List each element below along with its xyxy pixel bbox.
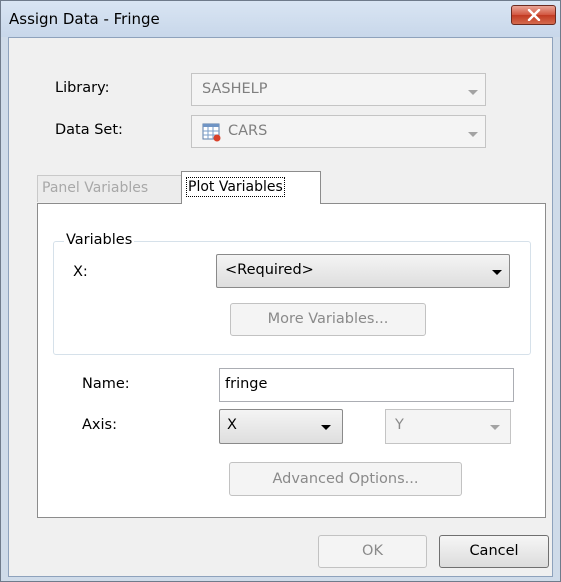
table-icon bbox=[202, 123, 221, 142]
chevron-down-icon bbox=[468, 90, 478, 95]
assign-data-dialog: Assign Data - Fringe Library: SASHELP Da… bbox=[0, 0, 561, 582]
axis-y-select: Y bbox=[385, 409, 511, 444]
tab-plot-variables[interactable]: Plot Variables bbox=[181, 171, 321, 204]
window-title: Assign Data - Fringe bbox=[9, 10, 160, 28]
x-variable-select[interactable]: <Required> bbox=[216, 254, 510, 288]
plot-variables-panel: Variables X: <Required> More Variables..… bbox=[37, 203, 546, 518]
name-label: Name: bbox=[82, 376, 130, 392]
chevron-down-icon bbox=[492, 270, 502, 275]
x-variable-value: <Required> bbox=[225, 262, 314, 278]
axis-x-select[interactable]: X bbox=[219, 409, 343, 444]
x-variable-label: X: bbox=[73, 264, 88, 280]
dialog-body: Library: SASHELP Data Set: CARS Panel Va… bbox=[8, 37, 553, 577]
chevron-down-icon bbox=[490, 425, 500, 430]
ok-button[interactable]: OK bbox=[318, 535, 427, 568]
group-title: Variables bbox=[64, 232, 135, 248]
axis-y-value: Y bbox=[395, 417, 404, 433]
name-value: fringe bbox=[225, 376, 268, 392]
close-button[interactable] bbox=[511, 5, 556, 25]
close-icon bbox=[527, 9, 541, 21]
library-value: SASHELP bbox=[202, 81, 268, 97]
advanced-options-button[interactable]: Advanced Options... bbox=[229, 462, 462, 496]
title-bar[interactable]: Assign Data - Fringe bbox=[1, 1, 560, 37]
tab-panel-variables[interactable]: Panel Variables bbox=[37, 175, 182, 202]
chevron-down-icon bbox=[468, 132, 478, 137]
data-set-label: Data Set: bbox=[55, 122, 123, 138]
tab-label: Plot Variables bbox=[186, 177, 285, 197]
axis-label: Axis: bbox=[82, 417, 117, 433]
chevron-down-icon bbox=[321, 425, 331, 430]
name-input[interactable]: fringe bbox=[219, 368, 514, 402]
data-set-select: CARS bbox=[191, 115, 486, 148]
axis-x-value: X bbox=[227, 417, 237, 433]
data-set-value: CARS bbox=[228, 123, 268, 139]
more-variables-button[interactable]: More Variables... bbox=[230, 303, 426, 336]
library-label: Library: bbox=[55, 80, 110, 96]
tab-label: Panel Variables bbox=[42, 180, 149, 196]
cancel-button[interactable]: Cancel bbox=[439, 535, 549, 568]
library-select: SASHELP bbox=[191, 73, 486, 106]
